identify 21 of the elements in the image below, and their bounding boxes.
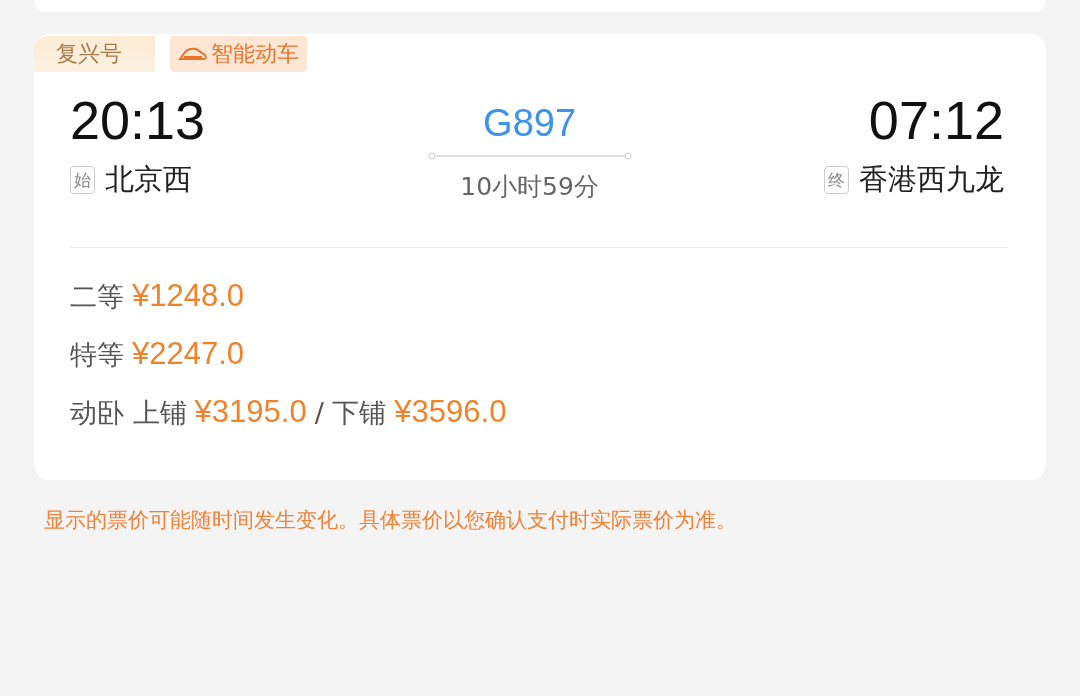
price-notice: 显示的票价可能随时间发生变化。具体票价以您确认支付时实际票价为准。	[44, 507, 738, 534]
station-name: 香港西九龙	[859, 161, 1004, 198]
price-text: ¥3596.0	[394, 394, 507, 430]
train-icon	[178, 46, 208, 62]
seat-class-label: 特等	[70, 338, 124, 372]
seat-class-label: 动卧 上铺	[70, 396, 187, 430]
duration: 10小时59分	[460, 171, 599, 203]
seat-class-label: 二等	[70, 280, 124, 314]
train-number: G897	[483, 102, 577, 144]
start-badge: 始	[70, 166, 95, 194]
end-badge: 终	[824, 166, 849, 194]
train-tag: 智能动车	[170, 36, 307, 72]
station-name: 北京西	[105, 161, 192, 198]
train-card[interactable]: 复兴号 智能动车 20:13 始 北京西 G897 10小时59分 07:12 终 香港西九龙 二等 ¥1248.0 特等 ¥2247.0 动卧 上铺 ¥3195.0 / 下铺 ¥3596.0	[34, 34, 1046, 480]
price-text: ¥1248.0	[132, 278, 245, 314]
arrival-time: 07:12	[868, 90, 1004, 150]
price-text: ¥2247.0	[132, 336, 245, 372]
train-tag: 复兴号	[34, 36, 155, 72]
seat-class-label: / 下铺	[314, 396, 387, 430]
price-text: ¥3195.0	[194, 394, 307, 430]
departure-time: 20:13	[70, 90, 206, 150]
